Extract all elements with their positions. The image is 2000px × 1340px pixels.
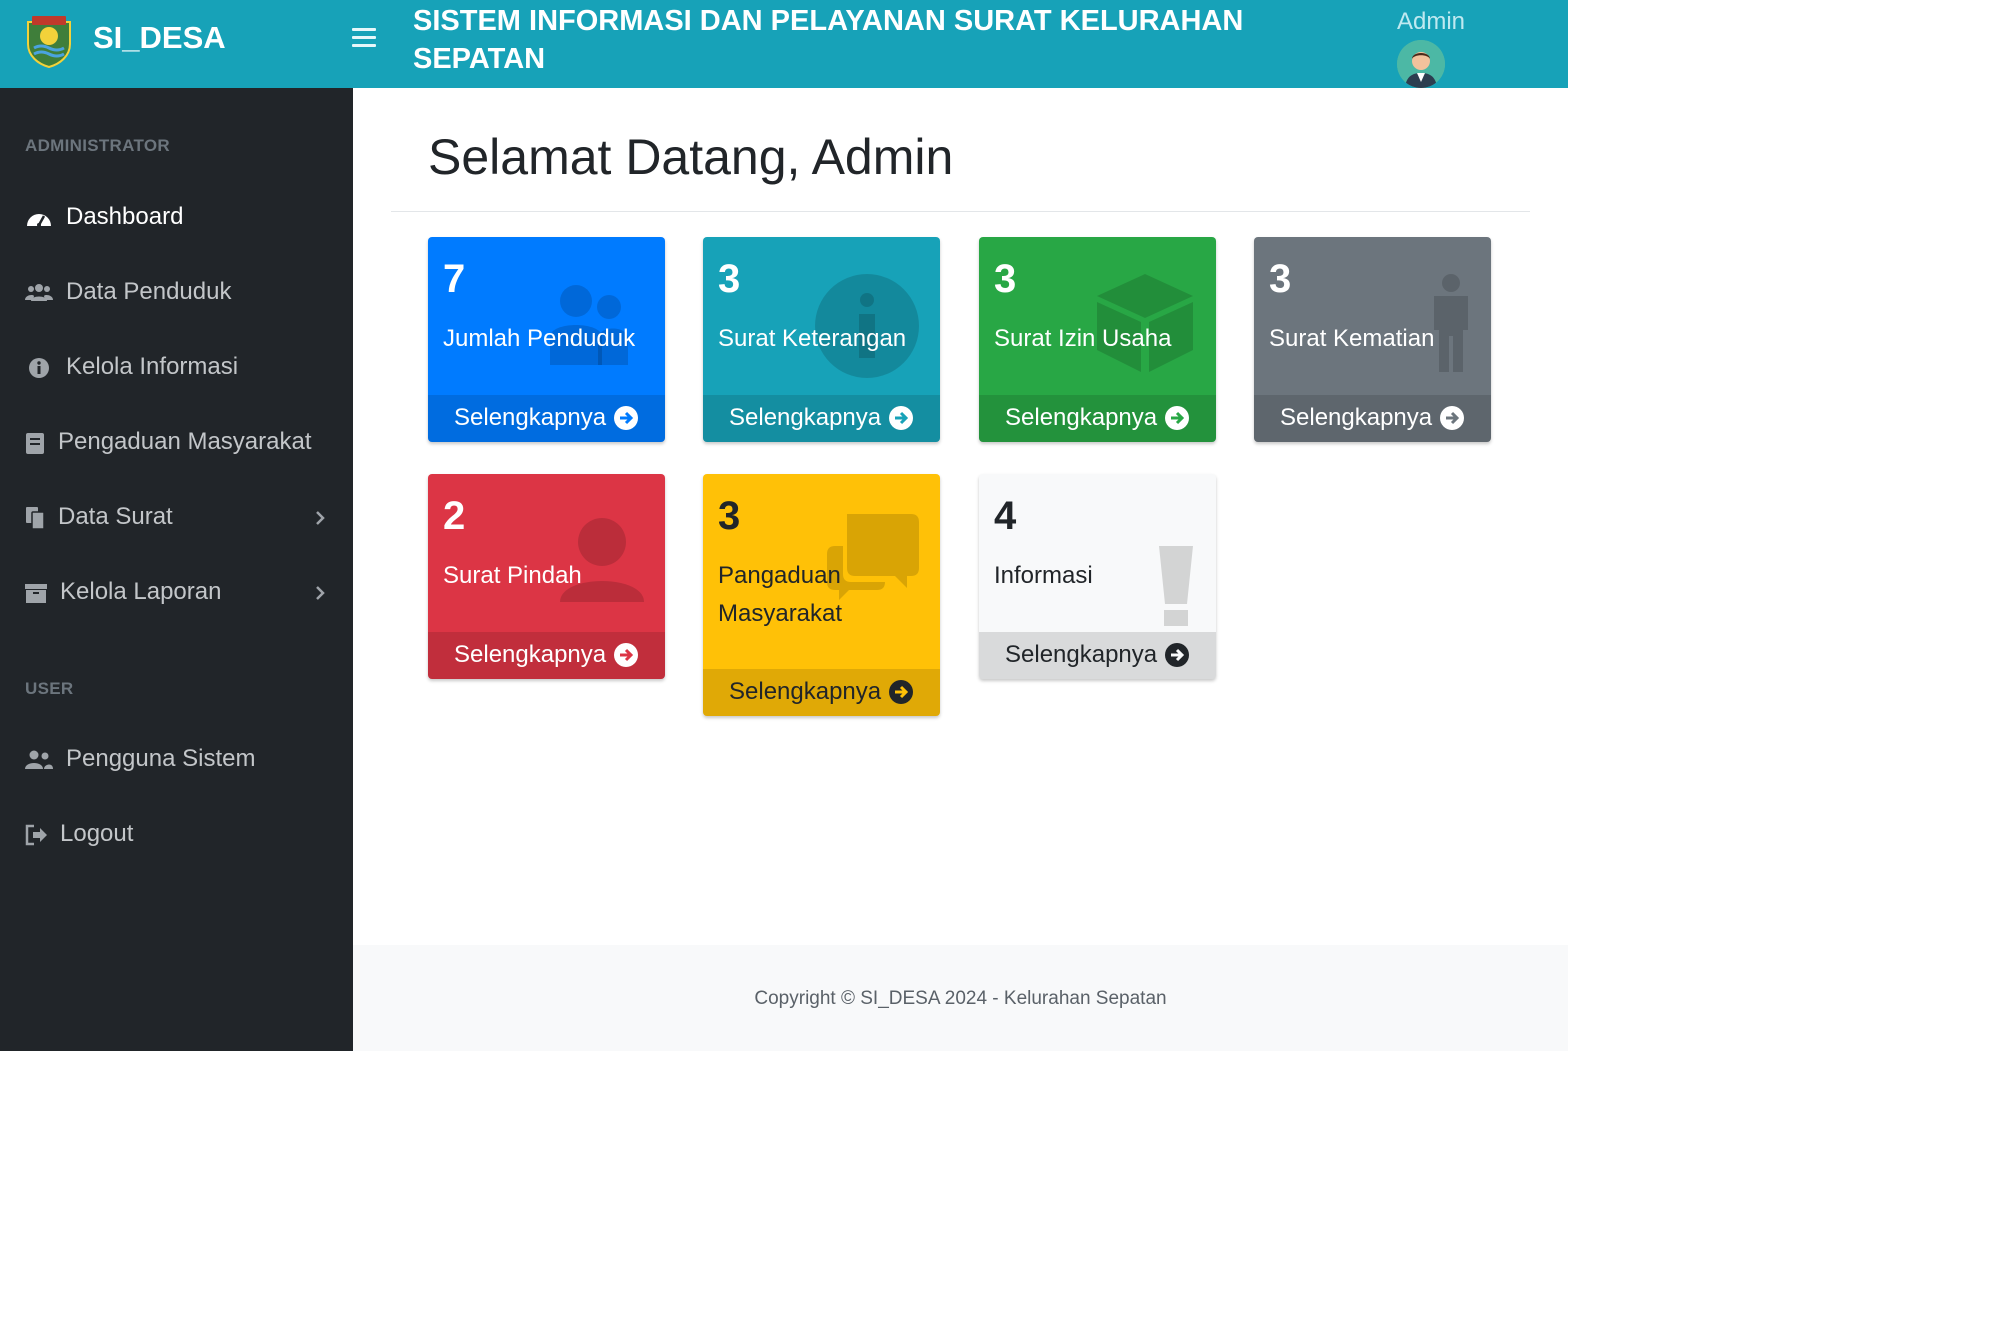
arrow-circle-right-icon: [614, 643, 638, 667]
arrow-circle-right-icon: [889, 406, 913, 430]
more-label: Selengkapnya: [729, 678, 882, 705]
book-icon: [26, 433, 44, 454]
top-navbar: SI_DESA SISTEM INFORMASI DAN PELAYANAN S…: [0, 0, 1568, 88]
sign-out-icon: [25, 824, 47, 846]
stat-card-surat-pindah[interactable]: 2 Surat Pindah Selengkapnya: [428, 474, 665, 679]
more-label: Selengkapnya: [1005, 404, 1158, 431]
sidebar: ADMINISTRATOR Dashboard Data Penduduk Ke…: [0, 88, 353, 1051]
card-title: Jumlah Penduduk: [443, 325, 636, 352]
sidebar-heading-administrator: ADMINISTRATOR: [25, 136, 170, 155]
app-title: SISTEM INFORMASI DAN PELAYANAN SURAT KEL…: [413, 5, 1244, 75]
sidebar-item-label: Data Penduduk: [66, 278, 232, 305]
village-logo-icon[interactable]: [22, 14, 76, 68]
more-label: Selengkapnya: [1280, 404, 1433, 431]
sidebar-item-logout[interactable]: Logout: [0, 805, 353, 865]
arrow-circle-right-icon: [889, 680, 913, 704]
sidebar-item-data-penduduk[interactable]: Data Penduduk: [0, 263, 353, 323]
sidebar-item-pengaduan-masyarakat[interactable]: Pengaduan Masyarakat: [0, 413, 353, 473]
user-name[interactable]: Admin: [1397, 8, 1465, 36]
users-icon: [25, 284, 53, 301]
more-label: Selengkapnya: [1005, 641, 1158, 668]
card-title: Surat Kematian: [1269, 325, 1435, 352]
card-title: Surat Keterangan: [718, 325, 907, 352]
stat-card-pangaduan-masyarakat[interactable]: 3 Pangaduan Masyarakat Selengkapnya: [703, 474, 940, 716]
stat-card-jumlah-penduduk[interactable]: 7 Jumlah Penduduk Selengkapnya: [428, 237, 665, 442]
card-title: Informasi: [994, 562, 1093, 589]
card-count: 3: [994, 257, 1017, 301]
arrow-circle-right-icon: [1165, 406, 1189, 430]
arrow-circle-right-icon: [1440, 406, 1464, 430]
page-title: Selamat Datang, Admin: [428, 129, 954, 185]
user-group-icon: [25, 750, 53, 769]
sidebar-item-data-surat[interactable]: Data Surat: [0, 488, 353, 548]
page-footer: Copyright © SI_DESA 2024 - Kelurahan Sep…: [353, 945, 1568, 1051]
more-label: Selengkapnya: [729, 404, 882, 431]
card-more-link[interactable]: Selengkapnya: [703, 395, 940, 442]
card-more-link[interactable]: Selengkapnya: [979, 395, 1216, 442]
sidebar-item-label: Logout: [60, 820, 134, 847]
info-circle-icon: [29, 358, 49, 378]
sidebar-item-label: Data Surat: [58, 503, 173, 530]
arrow-circle-right-icon: [1165, 643, 1189, 667]
sidebar-item-pengguna-sistem[interactable]: Pengguna Sistem: [0, 730, 353, 790]
sidebar-item-label: Dashboard: [66, 203, 184, 230]
sidebar-item-label: Pengaduan Masyarakat: [58, 428, 312, 455]
chevron-right-icon: [316, 511, 325, 525]
card-count: 2: [443, 494, 466, 538]
card-count: 3: [718, 257, 741, 301]
card-count: 4: [994, 494, 1017, 538]
sidebar-item-dashboard[interactable]: Dashboard: [0, 188, 353, 248]
card-more-link[interactable]: Selengkapnya: [1254, 395, 1491, 442]
divider: [391, 211, 1530, 212]
card-title: Surat Izin Usaha: [994, 325, 1172, 352]
sidebar-item-label: Pengguna Sistem: [66, 745, 256, 772]
card-count: 3: [1269, 257, 1292, 301]
card-more-link[interactable]: Selengkapnya: [703, 669, 940, 716]
sidebar-item-label: Kelola Laporan: [60, 578, 222, 605]
sidebar-item-kelola-laporan[interactable]: Kelola Laporan: [0, 563, 353, 623]
stat-card-surat-keterangan[interactable]: 3 Surat Keterangan Selengkapnya: [703, 237, 940, 442]
copyright-text: Copyright © SI_DESA 2024 - Kelurahan Sep…: [754, 988, 1167, 1009]
card-title: Surat Pindah: [443, 562, 582, 589]
sidebar-item-kelola-informasi[interactable]: Kelola Informasi: [0, 338, 353, 398]
chevron-right-icon: [316, 586, 325, 600]
card-more-link[interactable]: Selengkapnya: [979, 632, 1216, 679]
card-more-link[interactable]: Selengkapnya: [428, 632, 665, 679]
card-more-link[interactable]: Selengkapnya: [428, 395, 665, 442]
copy-files-icon: [26, 507, 45, 530]
speedometer-icon: [27, 214, 51, 227]
card-title: Pangaduan Masyarakat: [718, 562, 843, 627]
archive-icon: [25, 584, 47, 603]
stat-card-surat-izin-usaha[interactable]: 3 Surat Izin Usaha Selengkapnya: [979, 237, 1216, 442]
menu-toggle-icon[interactable]: [352, 28, 376, 52]
stat-card-informasi[interactable]: 4 Informasi Selengkapnya: [979, 474, 1216, 679]
sidebar-heading-user: USER: [25, 679, 74, 698]
user-avatar[interactable]: [1397, 40, 1445, 88]
arrow-circle-right-icon: [614, 406, 638, 430]
stat-card-surat-kematian[interactable]: 3 Surat Kematian Selengkapnya: [1254, 237, 1491, 442]
card-count: 3: [718, 494, 741, 538]
more-label: Selengkapnya: [454, 641, 607, 668]
brand-name[interactable]: SI_DESA: [93, 20, 226, 56]
more-label: Selengkapnya: [454, 404, 607, 431]
sidebar-item-label: Kelola Informasi: [66, 353, 239, 380]
card-count: 7: [443, 257, 466, 301]
